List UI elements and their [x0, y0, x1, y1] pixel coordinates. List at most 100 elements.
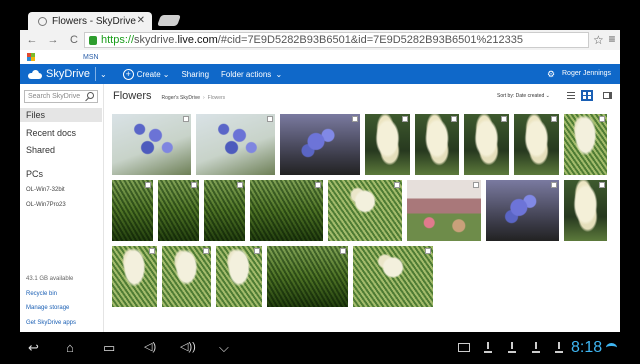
search-input[interactable]: Search SkyDrive: [24, 90, 98, 103]
close-tab-icon[interactable]: ✕: [137, 15, 145, 26]
sort-dropdown[interactable]: Sort by: Date created ⌄: [497, 93, 550, 99]
sharing-button[interactable]: Sharing: [181, 70, 209, 79]
apps-icon[interactable]: [27, 53, 35, 61]
download-icon[interactable]: [555, 342, 563, 353]
list-view-icon[interactable]: [565, 90, 577, 101]
photo-thumbnail[interactable]: [353, 246, 433, 307]
chevron-down-icon[interactable]: ⌄: [100, 70, 107, 79]
skydrive-cloud-icon: [28, 69, 42, 79]
select-checkbox[interactable]: [145, 182, 151, 188]
recycle-bin-link[interactable]: Recycle bin: [26, 291, 57, 297]
get-apps-link[interactable]: Get SkyDrive apps: [26, 320, 76, 326]
back-arrow-icon[interactable]: ←: [23, 31, 41, 49]
bookmark-star-icon[interactable]: ☆: [593, 33, 604, 47]
select-checkbox[interactable]: [402, 116, 408, 122]
select-checkbox[interactable]: [183, 116, 189, 122]
select-checkbox[interactable]: [267, 116, 273, 122]
select-checkbox[interactable]: [551, 182, 557, 188]
details-pane-icon[interactable]: [601, 90, 613, 101]
status-clock: 8:18: [571, 339, 603, 356]
sidebar-pcs-heading[interactable]: PCs: [20, 167, 102, 181]
skydrive-header: SkyDrive ⌄ + Create ⌄ Sharing Folder act…: [20, 64, 620, 84]
volume-up-icon[interactable]: ◁)): [180, 340, 196, 353]
user-name[interactable]: Roger Jennings: [562, 70, 611, 77]
photo-thumbnail[interactable]: [250, 180, 323, 241]
thumbnail-view-icon[interactable]: [581, 90, 593, 101]
select-checkbox[interactable]: [237, 182, 243, 188]
address-bar[interactable]: https:// skydrive. live.com /#cid=7E9D52…: [84, 32, 589, 48]
tab-strip: Flowers - SkyDrive ✕: [20, 10, 620, 30]
lock-icon: [89, 35, 97, 45]
breadcrumb-root[interactable]: Roger's SkyDrive: [162, 95, 200, 101]
home-icon[interactable]: ⌂: [66, 340, 74, 355]
photo-thumbnail[interactable]: [407, 180, 481, 241]
select-checkbox[interactable]: [394, 182, 400, 188]
header-divider: [95, 67, 97, 81]
photo-thumbnail[interactable]: [158, 180, 199, 241]
photo-thumbnail[interactable]: [564, 180, 607, 241]
gear-icon[interactable]: ⚙: [547, 69, 555, 80]
select-checkbox[interactable]: [191, 182, 197, 188]
chrome-menu-icon[interactable]: ≡: [607, 32, 617, 46]
sidebar-item-pc[interactable]: OL-Win7Pro23: [26, 202, 66, 208]
manage-storage-link[interactable]: Manage storage: [26, 305, 69, 311]
select-checkbox[interactable]: [203, 248, 209, 254]
create-chevron-icon: ⌄: [162, 69, 170, 79]
photo-thumbnail[interactable]: [415, 114, 459, 175]
collapse-icon[interactable]: ⌵: [219, 340, 229, 356]
photo-thumbnail[interactable]: [112, 114, 191, 175]
create-button[interactable]: + Create ⌄: [122, 68, 170, 80]
photo-thumbnail[interactable]: [328, 180, 402, 241]
photo-thumbnail[interactable]: [162, 246, 211, 307]
plus-icon: +: [122, 68, 134, 80]
photo-thumbnail[interactable]: [486, 180, 559, 241]
bookmark-msn[interactable]: MSN: [83, 54, 99, 61]
sidebar-item-recent-docs[interactable]: Recent docs: [20, 126, 102, 140]
photo-thumbnail[interactable]: [112, 246, 157, 307]
select-checkbox[interactable]: [254, 248, 260, 254]
select-checkbox[interactable]: [425, 248, 431, 254]
folder-actions-button[interactable]: Folder actions ⌄: [221, 70, 282, 79]
select-checkbox[interactable]: [599, 182, 605, 188]
select-checkbox[interactable]: [315, 182, 321, 188]
app-title[interactable]: SkyDrive: [46, 68, 90, 80]
select-checkbox[interactable]: [551, 116, 557, 122]
photo-thumbnail[interactable]: [267, 246, 348, 307]
photo-thumbnail[interactable]: [514, 114, 559, 175]
photo-thumbnail[interactable]: [280, 114, 360, 175]
select-checkbox[interactable]: [451, 116, 457, 122]
url-host: live.com: [177, 34, 218, 46]
photo-thumbnail[interactable]: [464, 114, 509, 175]
photo-thumbnail[interactable]: [365, 114, 410, 175]
download-icon[interactable]: [484, 342, 492, 353]
select-checkbox[interactable]: [149, 248, 155, 254]
photo-thumbnail[interactable]: [196, 114, 275, 175]
url-path: /#cid=7E9D5282B93B6501&id=7E9D5282B93B65…: [217, 34, 523, 46]
photo-thumbnail[interactable]: [112, 180, 153, 241]
url-scheme: https://: [101, 34, 135, 46]
search-icon[interactable]: [87, 92, 94, 99]
sidebar-item-pc[interactable]: OL-Win7-32bit: [26, 187, 65, 193]
download-icon[interactable]: [532, 342, 540, 353]
select-checkbox[interactable]: [340, 248, 346, 254]
screenshot-icon[interactable]: [458, 343, 470, 352]
select-checkbox[interactable]: [473, 182, 479, 188]
new-tab-button[interactable]: [156, 15, 182, 26]
recent-apps-icon[interactable]: ▭: [103, 340, 115, 356]
photo-thumbnail[interactable]: [204, 180, 245, 241]
select-checkbox[interactable]: [599, 116, 605, 122]
sidebar-item-shared[interactable]: Shared: [20, 143, 102, 157]
photo-thumbnail[interactable]: [216, 246, 262, 307]
browser-tab[interactable]: Flowers - SkyDrive ✕: [28, 12, 152, 30]
globe-icon: [38, 16, 47, 26]
download-icon[interactable]: [508, 342, 516, 353]
forward-arrow-icon[interactable]: →: [44, 31, 62, 49]
back-icon[interactable]: ↩: [28, 340, 39, 356]
storage-available: 43.1 GB available: [26, 276, 74, 282]
volume-down-icon[interactable]: ◁): [144, 340, 156, 353]
sidebar-item-files[interactable]: Files: [20, 108, 102, 122]
select-checkbox[interactable]: [352, 116, 358, 122]
reload-icon[interactable]: C: [65, 31, 83, 49]
select-checkbox[interactable]: [501, 116, 507, 122]
photo-thumbnail[interactable]: [564, 114, 607, 175]
